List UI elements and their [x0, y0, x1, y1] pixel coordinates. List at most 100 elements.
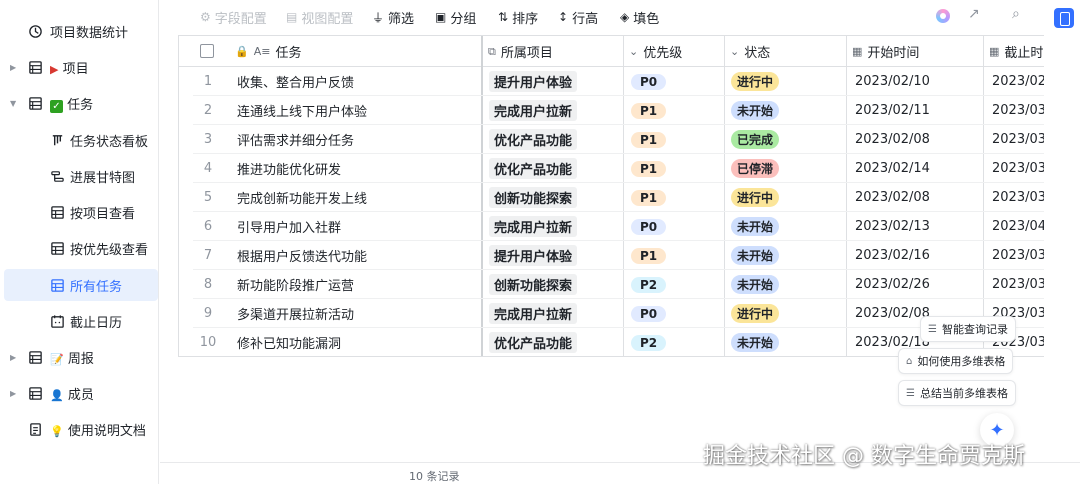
due-date-cell[interactable]: 2023/03/: [992, 96, 1044, 125]
sidebar-item[interactable]: ▶ 👤 成员: [0, 377, 158, 409]
sidebar-item[interactable]: 按项目查看: [0, 196, 158, 228]
table-row[interactable]: 4 推进功能优化研发优化产品功能 P1 已停滞 2023/02/14 2023/03/: [179, 154, 1044, 183]
task-cell[interactable]: 修补已知功能漏洞: [237, 328, 477, 356]
chevron-right-icon[interactable]: ▶: [10, 389, 16, 398]
task-cell[interactable]: 新功能阶段推广运营: [237, 270, 477, 299]
status-cell[interactable]: 进行中: [731, 183, 841, 212]
table-row[interactable]: 2 连通线上线下用户体验完成用户拉新 P1 未开始 2023/02/11 2023/03/: [179, 96, 1044, 125]
start-date-cell[interactable]: 2023/02/10: [855, 67, 980, 96]
priority-cell[interactable]: P0: [631, 212, 721, 241]
fill-color-button[interactable]: ◈ 填色: [620, 8, 659, 27]
sidebar-item[interactable]: 项目数据统计: [0, 15, 158, 47]
status-cell[interactable]: 未开始: [731, 212, 841, 241]
table-row[interactable]: 7 根据用户反馈迭代功能提升用户体验 P1 未开始 2023/02/16 2023/03/: [179, 241, 1044, 270]
start-date-cell[interactable]: 2023/02/08: [855, 183, 980, 212]
smart-query-button[interactable]: ☰ 智能查询记录: [920, 316, 1016, 342]
project-cell[interactable]: 完成用户拉新: [489, 96, 619, 125]
task-cell[interactable]: 引导用户加入社群: [237, 212, 477, 241]
due-date-cell[interactable]: 2023/04/: [992, 212, 1044, 241]
column-header-status[interactable]: ⌄ 状态: [730, 36, 770, 67]
priority-cell[interactable]: P0: [631, 299, 721, 328]
column-header-priority[interactable]: ⌄ 优先级: [629, 36, 682, 67]
due-date-cell[interactable]: 2023/03/: [992, 183, 1044, 212]
project-cell[interactable]: 完成用户拉新: [489, 299, 619, 328]
project-cell[interactable]: 提升用户体验: [489, 67, 619, 96]
row-height-button[interactable]: ↕ 行高: [558, 8, 598, 27]
status-cell[interactable]: 未开始: [731, 241, 841, 270]
sidebar-item[interactable]: 按优先级查看: [0, 232, 158, 264]
task-cell[interactable]: 连通线上线下用户体验: [237, 96, 477, 125]
project-cell[interactable]: 创新功能探索: [489, 183, 619, 212]
table-row[interactable]: 3 评估需求并细分任务优化产品功能 P1 已完成 2023/02/08 2023/03/: [179, 125, 1044, 154]
table-row[interactable]: 9多渠道开展拉新活动完成用户拉新P0进行中2023/02/082023/03/: [179, 299, 1044, 328]
task-cell[interactable]: 完成创新功能开发上线: [237, 183, 477, 212]
status-cell[interactable]: 未开始: [731, 96, 841, 125]
priority-cell[interactable]: P0: [631, 67, 721, 96]
sidebar-item[interactable]: 所有任务: [4, 269, 158, 301]
column-header-due-date[interactable]: ▦ 截止时: [989, 36, 1043, 67]
chevron-right-icon[interactable]: ▶: [10, 353, 16, 362]
project-cell[interactable]: 完成用户拉新: [489, 212, 619, 241]
priority-cell[interactable]: P1: [631, 154, 721, 183]
due-date-cell[interactable]: 2023/03/: [992, 125, 1044, 154]
chevron-down-icon[interactable]: ▼: [10, 99, 16, 108]
sidebar-item[interactable]: 任务状态看板: [0, 124, 158, 156]
priority-cell[interactable]: P1: [631, 125, 721, 154]
start-date-cell[interactable]: 2023/02/26: [855, 270, 980, 299]
start-date-cell[interactable]: 2023/02/13: [855, 212, 980, 241]
sidebar-item[interactable]: ▶ 📝 周报: [0, 341, 158, 373]
share-icon[interactable]: ↗: [968, 6, 980, 22]
search-icon[interactable]: ⌕: [1012, 6, 1020, 22]
panel-toggle-icon[interactable]: [1054, 8, 1074, 28]
table-row[interactable]: 8 新功能阶段推广运营创新功能探索 P2 未开始 2023/02/26 2023/03/: [179, 270, 1044, 299]
sort-button[interactable]: ⇅ 排序: [498, 8, 538, 27]
start-date-cell[interactable]: 2023/02/16: [855, 241, 980, 270]
how-to-use-button[interactable]: ⌂ 如何使用多维表格: [898, 348, 1014, 374]
project-cell[interactable]: 创新功能探索: [489, 270, 619, 299]
field-config-button[interactable]: ⚙ 字段配置: [200, 8, 267, 27]
view-config-button[interactable]: ▤ 视图配置: [286, 8, 353, 27]
task-cell[interactable]: 收集、整合用户反馈: [237, 67, 477, 96]
due-date-cell[interactable]: 2023/03/: [992, 241, 1044, 270]
task-cell[interactable]: 评估需求并细分任务: [237, 125, 477, 154]
chevron-right-icon[interactable]: ▶: [10, 63, 16, 72]
priority-cell[interactable]: P1: [631, 96, 721, 125]
due-date-cell[interactable]: 2023/03/: [992, 270, 1044, 299]
sidebar-item[interactable]: ▼ ✓ 任务: [0, 87, 158, 119]
sidebar-item[interactable]: 进展甘特图: [0, 160, 158, 192]
table-row[interactable]: 5 完成创新功能开发上线创新功能探索 P1 进行中 2023/02/08 2023/03/: [179, 183, 1044, 212]
due-date-cell[interactable]: 2023/02/: [992, 67, 1044, 96]
priority-cell[interactable]: P1: [631, 241, 721, 270]
group-button[interactable]: ▣ 分组: [435, 8, 476, 27]
sidebar-item[interactable]: ▶ ▶ 项目: [0, 51, 158, 83]
column-header-project[interactable]: ⧉ 所属项目: [488, 36, 553, 67]
sidebar-item[interactable]: 截止日历: [0, 305, 158, 337]
project-cell[interactable]: 提升用户体验: [489, 241, 619, 270]
table-row[interactable]: 1 收集、整合用户反馈提升用户体验 P0 进行中 2023/02/10 2023/02/: [179, 67, 1044, 96]
ai-assistant-icon[interactable]: [936, 9, 950, 23]
status-cell[interactable]: 已完成: [731, 125, 841, 154]
project-cell[interactable]: 优化产品功能: [489, 125, 619, 154]
start-date-cell[interactable]: 2023/02/11: [855, 96, 980, 125]
task-cell[interactable]: 多渠道开展拉新活动: [237, 299, 477, 328]
column-header-task[interactable]: 🔒 A≡ 任务: [235, 36, 301, 67]
task-cell[interactable]: 根据用户反馈迭代功能: [237, 241, 477, 270]
sidebar-item[interactable]: 💡 使用说明文档: [0, 413, 158, 445]
start-date-cell[interactable]: 2023/02/14: [855, 154, 980, 183]
task-cell[interactable]: 推进功能优化研发: [237, 154, 477, 183]
status-cell[interactable]: 进行中: [731, 299, 841, 328]
table-row[interactable]: 6 引导用户加入社群完成用户拉新 P0 未开始 2023/02/13 2023/04/: [179, 212, 1044, 241]
project-cell[interactable]: 优化产品功能: [489, 328, 619, 356]
filter-button[interactable]: ⏚ 筛选: [372, 8, 414, 27]
select-all-checkbox[interactable]: [200, 44, 214, 58]
due-date-cell[interactable]: 2023/03/: [992, 154, 1044, 183]
priority-cell[interactable]: P2: [631, 270, 721, 299]
priority-cell[interactable]: P1: [631, 183, 721, 212]
status-cell[interactable]: 进行中: [731, 67, 841, 96]
column-header-start-date[interactable]: ▦ 开始时间: [852, 36, 919, 67]
status-cell[interactable]: 未开始: [731, 328, 841, 356]
start-date-cell[interactable]: 2023/02/08: [855, 125, 980, 154]
status-cell[interactable]: 未开始: [731, 270, 841, 299]
status-cell[interactable]: 已停滞: [731, 154, 841, 183]
project-cell[interactable]: 优化产品功能: [489, 154, 619, 183]
